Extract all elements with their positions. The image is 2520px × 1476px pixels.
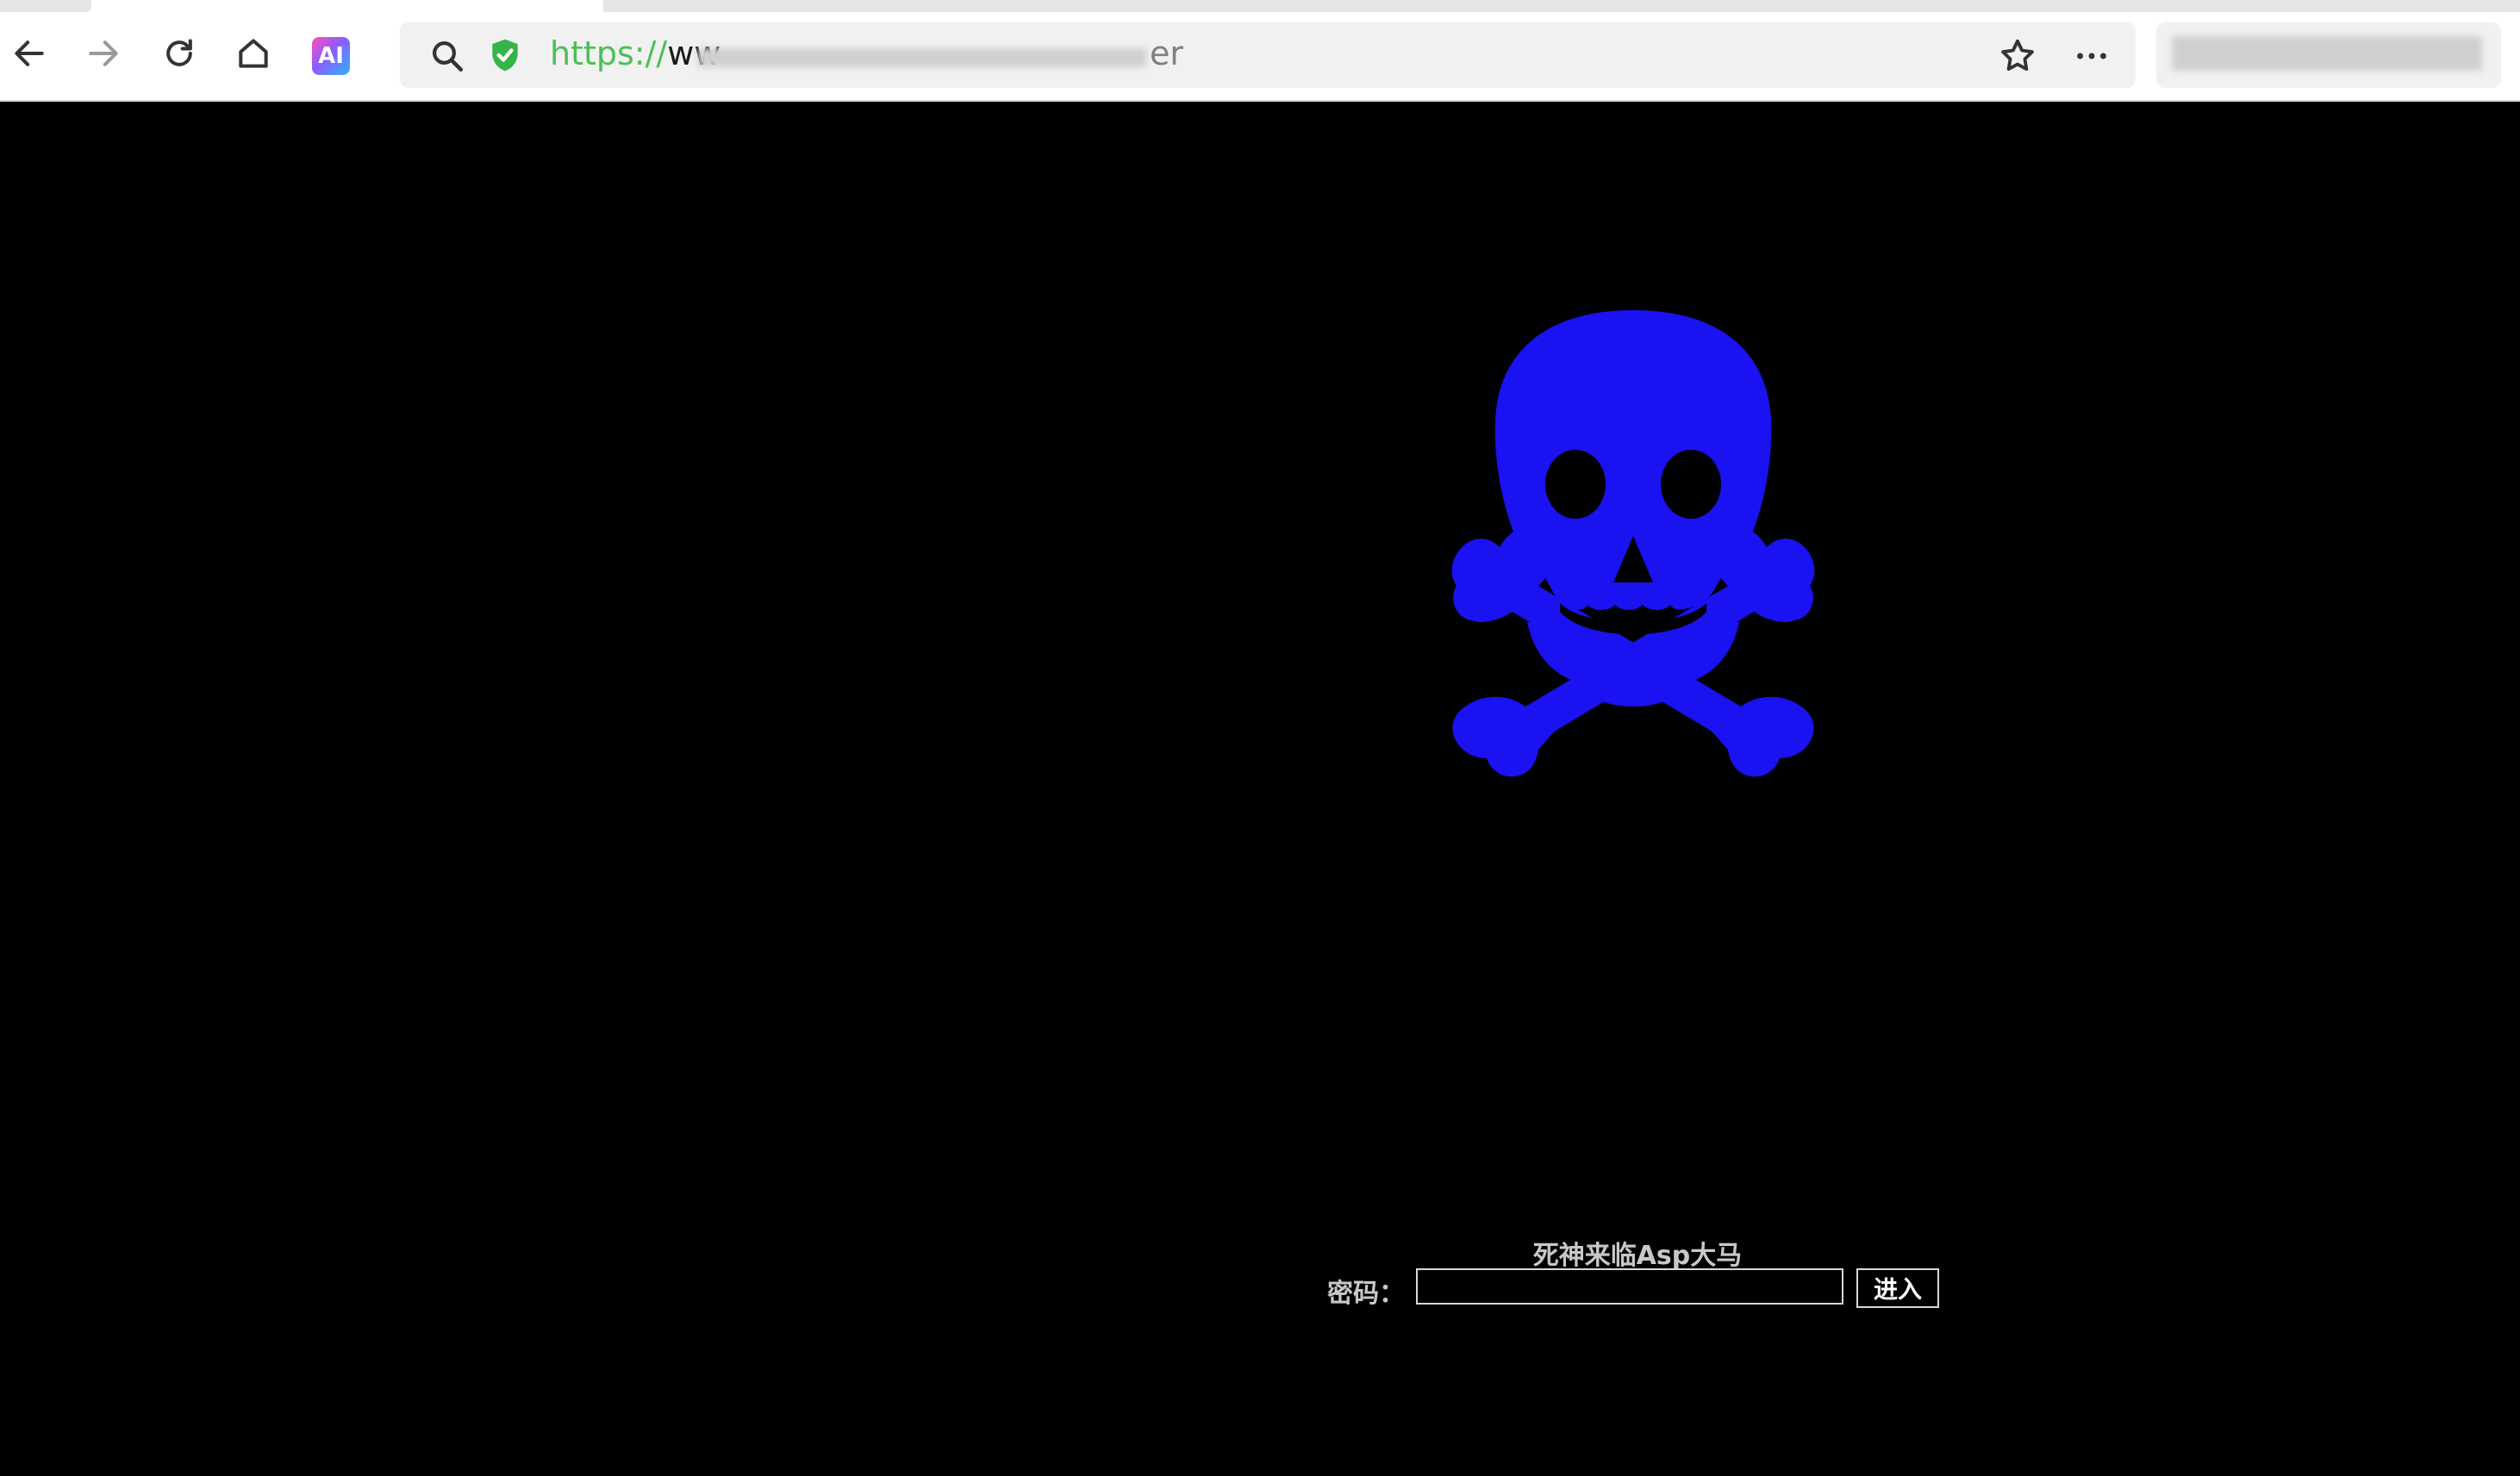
search-icon xyxy=(433,41,464,72)
redacted-profile xyxy=(2172,36,2482,71)
browser-toolbar: AI https://ww er xyxy=(0,0,2520,102)
forward-arrow-icon xyxy=(89,40,118,66)
more-dots-icon[interactable] xyxy=(2072,36,2111,76)
login-form: 死神来临Asp大马 密码： 进入 xyxy=(1327,1234,1948,1313)
enter-button[interactable]: 进入 xyxy=(1856,1268,1939,1308)
reload-icon xyxy=(166,39,192,66)
active-tab-edge[interactable] xyxy=(0,0,91,12)
url-tail: er xyxy=(1150,34,1184,72)
shield-check-icon xyxy=(492,39,518,72)
profile-area[interactable] xyxy=(2156,22,2501,88)
star-icon[interactable] xyxy=(1998,36,2037,76)
back-arrow-icon xyxy=(15,40,44,66)
home-icon xyxy=(239,39,268,68)
ai-assistant-button[interactable]: AI xyxy=(312,37,350,75)
home-button[interactable] xyxy=(226,26,281,81)
redacted-url xyxy=(698,48,1146,67)
page-title: 死神来临Asp大马 xyxy=(1532,1241,1743,1271)
tab-strip xyxy=(603,0,2520,12)
password-input[interactable] xyxy=(1416,1268,1843,1305)
reload-button[interactable] xyxy=(152,26,207,81)
url-text[interactable]: https://ww xyxy=(550,34,720,76)
back-button[interactable] xyxy=(2,26,57,81)
address-bar[interactable]: https://ww er xyxy=(400,22,2136,88)
forward-button[interactable] xyxy=(76,26,131,81)
ai-badge-label: AI xyxy=(318,43,344,69)
skull-crossbones-icon xyxy=(1451,310,1815,777)
url-scheme: https:// xyxy=(550,34,668,72)
password-label: 密码： xyxy=(1327,1279,1405,1309)
